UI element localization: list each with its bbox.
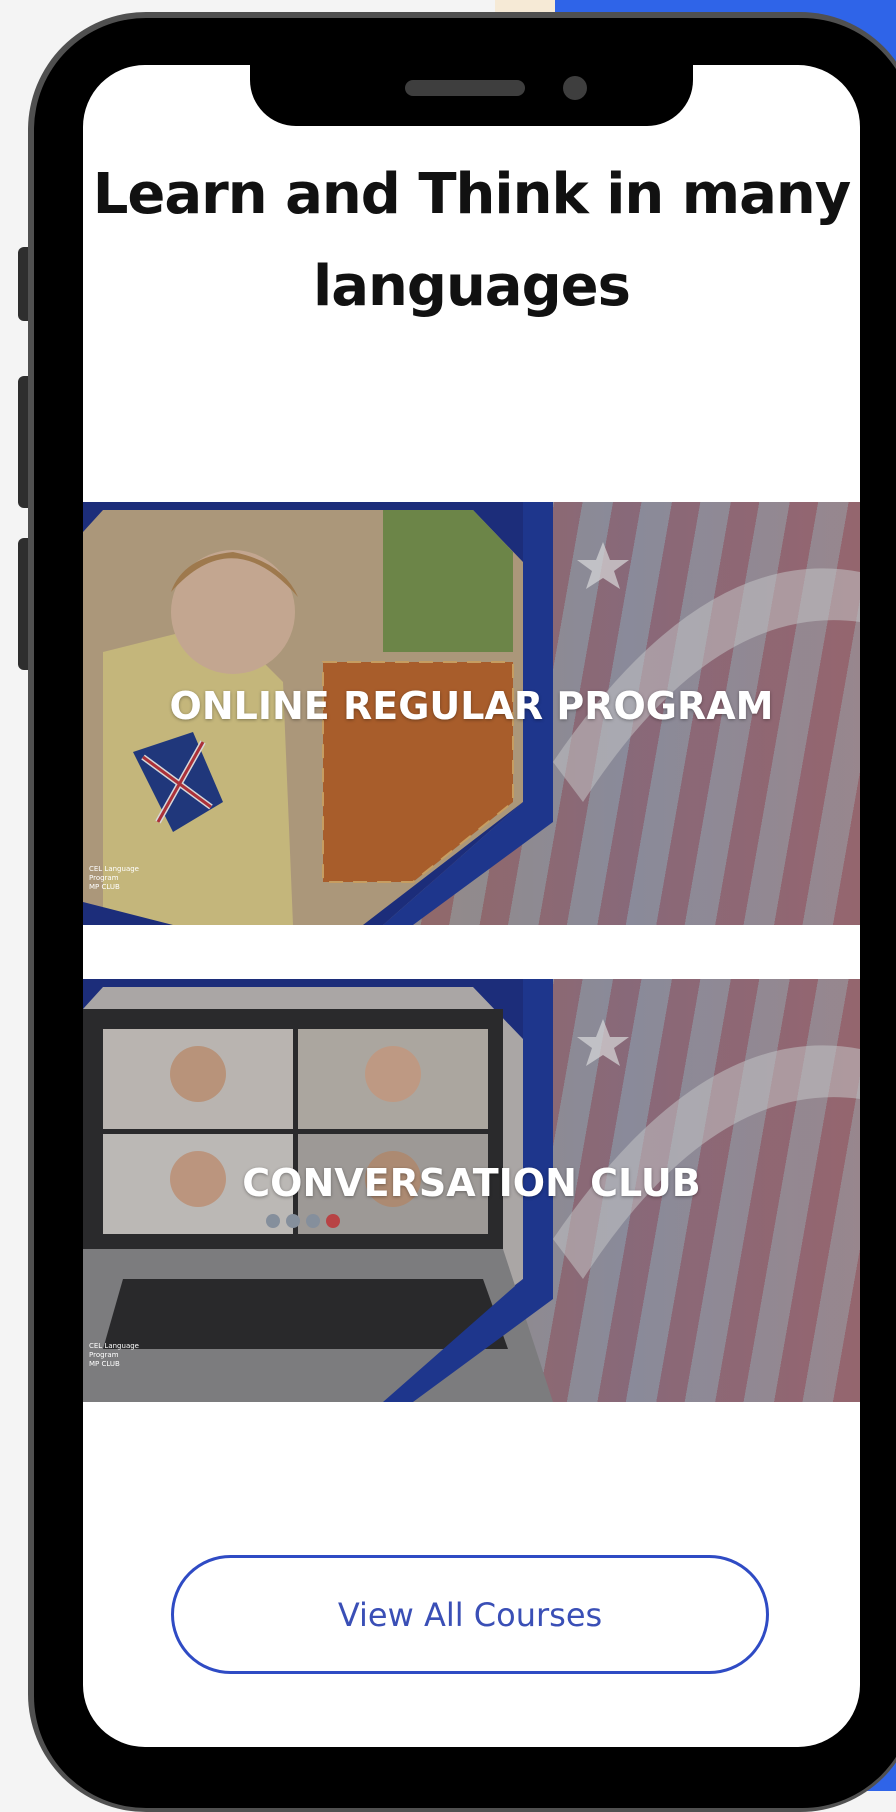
- phone-screen: Learn and Think in many languages CEL La…: [83, 65, 860, 1747]
- course-card-conversation-club[interactable]: CEL Language Program MP CLUB CONVERSATIO…: [83, 979, 860, 1402]
- cel-logo-line: CEL Language: [89, 1342, 139, 1350]
- cel-logo-line: Program: [89, 1351, 119, 1359]
- cel-logo-line: MP CLUB: [89, 1360, 120, 1368]
- course-card-online-regular-program[interactable]: CEL Language Program MP CLUB ONLINE REGU…: [83, 502, 860, 925]
- course-title-online-regular-program: ONLINE REGULAR PROGRAM: [169, 684, 774, 728]
- front-camera: [563, 76, 587, 100]
- course-title-conversation-club: CONVERSATION CLUB: [242, 1161, 701, 1205]
- cel-logo-line: CEL Language: [89, 865, 139, 873]
- page-title: Learn and Think in many languages: [92, 162, 852, 319]
- view-all-courses-button[interactable]: View All Courses: [171, 1555, 769, 1674]
- cel-logo-line: MP CLUB: [89, 883, 120, 891]
- cel-logo-line: Program: [89, 874, 119, 882]
- phone-notch: [250, 30, 693, 126]
- speaker-grille: [405, 80, 525, 96]
- cel-logo: CEL Language Program MP CLUB: [89, 865, 139, 892]
- cel-logo: CEL Language Program MP CLUB: [89, 1342, 139, 1369]
